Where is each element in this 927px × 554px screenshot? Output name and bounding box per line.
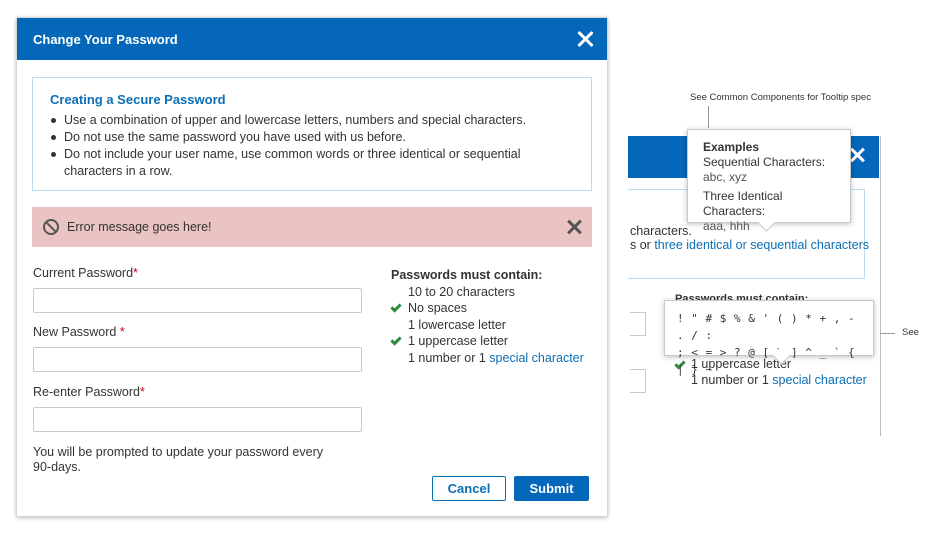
submit-button[interactable]: Submit [514,476,589,501]
requirement-item: 1 number or 1 special character [408,350,584,365]
cancel-button[interactable]: Cancel [432,476,506,501]
required-marker: * [133,266,138,280]
required-marker: * [140,385,145,399]
update-prompt-note: You will be prompted to update your pass… [33,445,323,474]
tooltip-value: abc, xyz [703,170,748,184]
new-password-input[interactable] [33,347,362,372]
spec-info-text: characters. [630,224,692,238]
special-characters-tooltip: ! " # $ % & ' ( ) * + , - . / : ; < = > … [664,300,874,376]
special-character-link[interactable]: special character [489,351,584,365]
info-title: Creating a Secure Password [50,92,226,107]
tooltip-spec-note: See Common Components for Tooltip spec [690,92,871,103]
tooltip-value: aaa, hhh [703,219,750,233]
close-icon[interactable] [577,31,593,47]
dismiss-error-icon[interactable] [567,220,581,234]
requirement-item: 10 to 20 characters [408,284,516,299]
spec-input-edge [630,312,646,336]
annotation-line [880,333,895,334]
modal-title: Change Your Password [33,31,178,47]
close-icon [850,148,864,162]
current-password-label: Current Password* [33,266,138,280]
sequential-characters-link[interactable]: three identical or sequential characters [654,238,869,252]
checkmark-icon [390,301,402,313]
checkmark-icon [390,334,402,346]
tooltip-label: Three Identical Characters: [703,189,783,218]
special-chars-line: ! " # $ % & ' ( ) * + , - . / : [677,312,856,342]
new-password-label: New Password * [33,325,125,339]
required-marker: * [119,325,125,339]
requirement-item: 1 uppercase letter [390,333,591,350]
info-item: Do not use the same password you have us… [50,129,574,146]
spec-info-text: s or three identical or sequential chara… [630,238,870,252]
spec-input-edge [630,369,646,393]
modal-header: Change Your Password [17,18,607,60]
tooltip-label: Sequential Characters: [703,155,826,169]
current-password-input[interactable] [33,288,362,313]
error-message: Error message goes here! [67,220,212,234]
info-list: Use a combination of upper and lowercase… [50,112,574,180]
secure-password-info-box: Creating a Secure Password Use a combina… [32,77,592,191]
change-password-modal: Change Your Password Creating a Secure P… [16,17,608,517]
reenter-password-input[interactable] [33,407,362,432]
info-item: Use a combination of upper and lowercase… [50,112,574,129]
error-icon [43,219,59,235]
info-item: Do not include your user name, use commo… [50,146,574,180]
annotation-line [708,106,709,128]
requirements-title: Passwords must contain: [391,268,543,282]
error-message-bar: Error message goes here! [32,207,592,247]
reenter-password-label: Re-enter Password* [33,385,145,399]
requirement-item: 1 lowercase letter [408,317,506,332]
tooltip-title: Examples [703,140,760,154]
requirement-item: No spaces [390,300,591,317]
see-annotation: See [902,327,919,338]
special-chars-line: ; < = > ? @ [ \ ] ^ _ ` { | } ~ [677,346,856,376]
examples-tooltip: Examples Sequential Characters: abc, xyz… [687,129,851,233]
password-requirements: Passwords must contain: 10 to 20 charact… [390,267,591,366]
